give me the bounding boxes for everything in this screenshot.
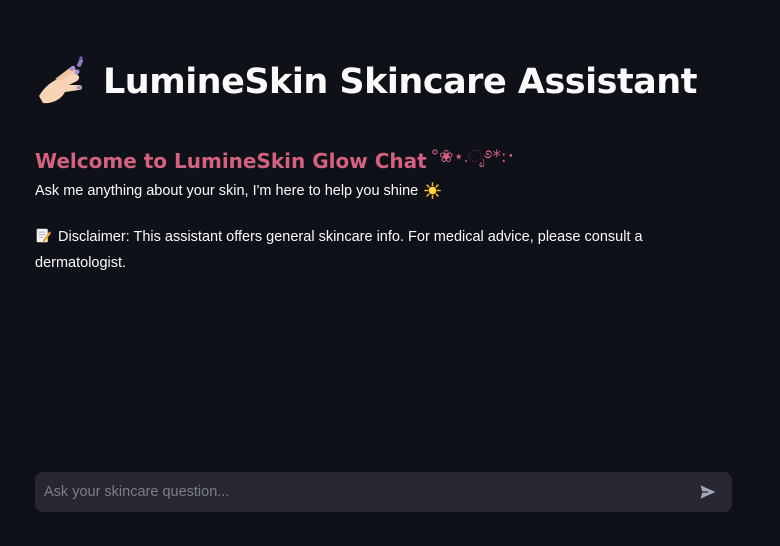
sun-icon — [424, 182, 442, 199]
app-root: LumineSkin Skincare Assistant Welcome to… — [0, 0, 780, 546]
welcome-decoration: °❀⋆.ೃ࿔*:･ — [430, 147, 516, 167]
send-button[interactable] — [688, 472, 728, 512]
page-title: LumineSkin Skincare Assistant — [103, 62, 697, 102]
disclaimer-text: Disclaimer: This assistant offers genera… — [35, 229, 643, 271]
memo-icon — [36, 228, 52, 243]
chat-input-bar — [35, 472, 732, 512]
chat-input[interactable] — [35, 472, 688, 512]
tagline-text: Ask me anything about your skin, I'm her… — [35, 182, 419, 199]
disclaimer: Disclaimer: This assistant offers genera… — [35, 224, 675, 276]
nail-polish-icon — [39, 56, 84, 104]
welcome-text: Welcome to LumineSkin Glow Chat — [35, 149, 427, 173]
title-row: LumineSkin Skincare Assistant — [35, 56, 697, 108]
welcome-heading: Welcome to LumineSkin Glow Chat °❀⋆.ೃ࿔*:… — [35, 137, 515, 185]
send-icon — [700, 485, 716, 499]
tagline: Ask me anything about your skin, I'm her… — [35, 182, 442, 199]
